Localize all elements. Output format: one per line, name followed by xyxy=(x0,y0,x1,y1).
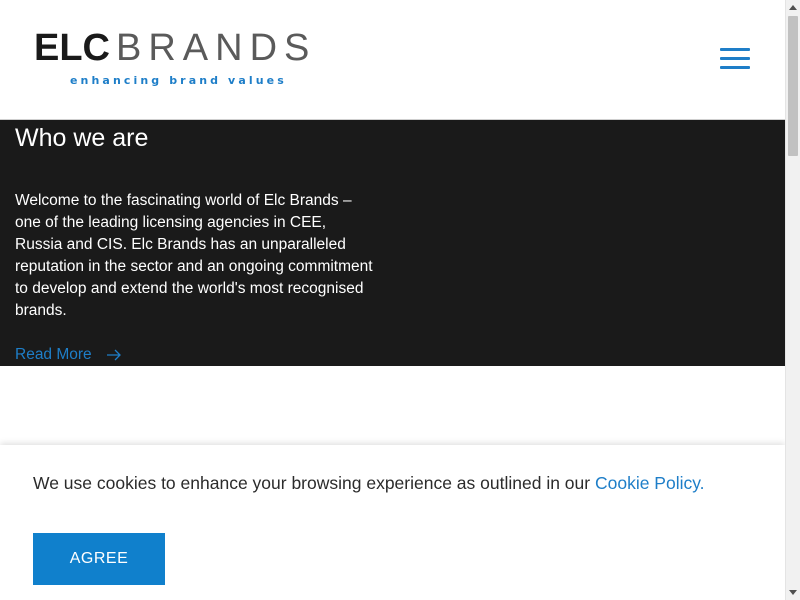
logo-wordmark-brands: BRANDS xyxy=(116,27,317,69)
scroll-up-arrow-icon[interactable] xyxy=(786,0,800,15)
arrow-right-icon xyxy=(107,349,121,361)
vertical-scrollbar[interactable] xyxy=(785,0,800,600)
logo-wordmark: ELC BRANDS xyxy=(34,28,316,68)
cookie-message: We use cookies to enhance your browsing … xyxy=(33,472,705,494)
menu-button[interactable] xyxy=(716,44,752,74)
read-more-link[interactable]: Read More xyxy=(15,344,122,366)
cookie-policy-link[interactable]: Cookie Policy. xyxy=(595,473,705,493)
who-we-are-section: Who we are Welcome to the fascinating wo… xyxy=(0,120,785,366)
page: ELC BRANDS enhancing brand values Who we … xyxy=(0,0,785,600)
logo-tagline: enhancing brand values xyxy=(70,74,287,87)
hamburger-menu-icon xyxy=(720,48,750,70)
section-body: Welcome to the fascinating world of Elc … xyxy=(15,192,373,319)
logo-wordmark-elc: ELC xyxy=(34,27,110,69)
agree-button[interactable]: AGREE xyxy=(33,533,165,585)
logo[interactable]: ELC BRANDS enhancing brand values xyxy=(34,28,334,94)
scroll-down-arrow-icon[interactable] xyxy=(786,585,800,600)
section-title: Who we are xyxy=(15,124,149,152)
read-more-label: Read More xyxy=(15,346,92,363)
cookie-banner: We use cookies to enhance your browsing … xyxy=(0,445,785,600)
site-header: ELC BRANDS enhancing brand values xyxy=(0,0,785,120)
cookie-message-text: We use cookies to enhance your browsing … xyxy=(33,473,595,493)
scrollbar-thumb[interactable] xyxy=(788,16,798,156)
